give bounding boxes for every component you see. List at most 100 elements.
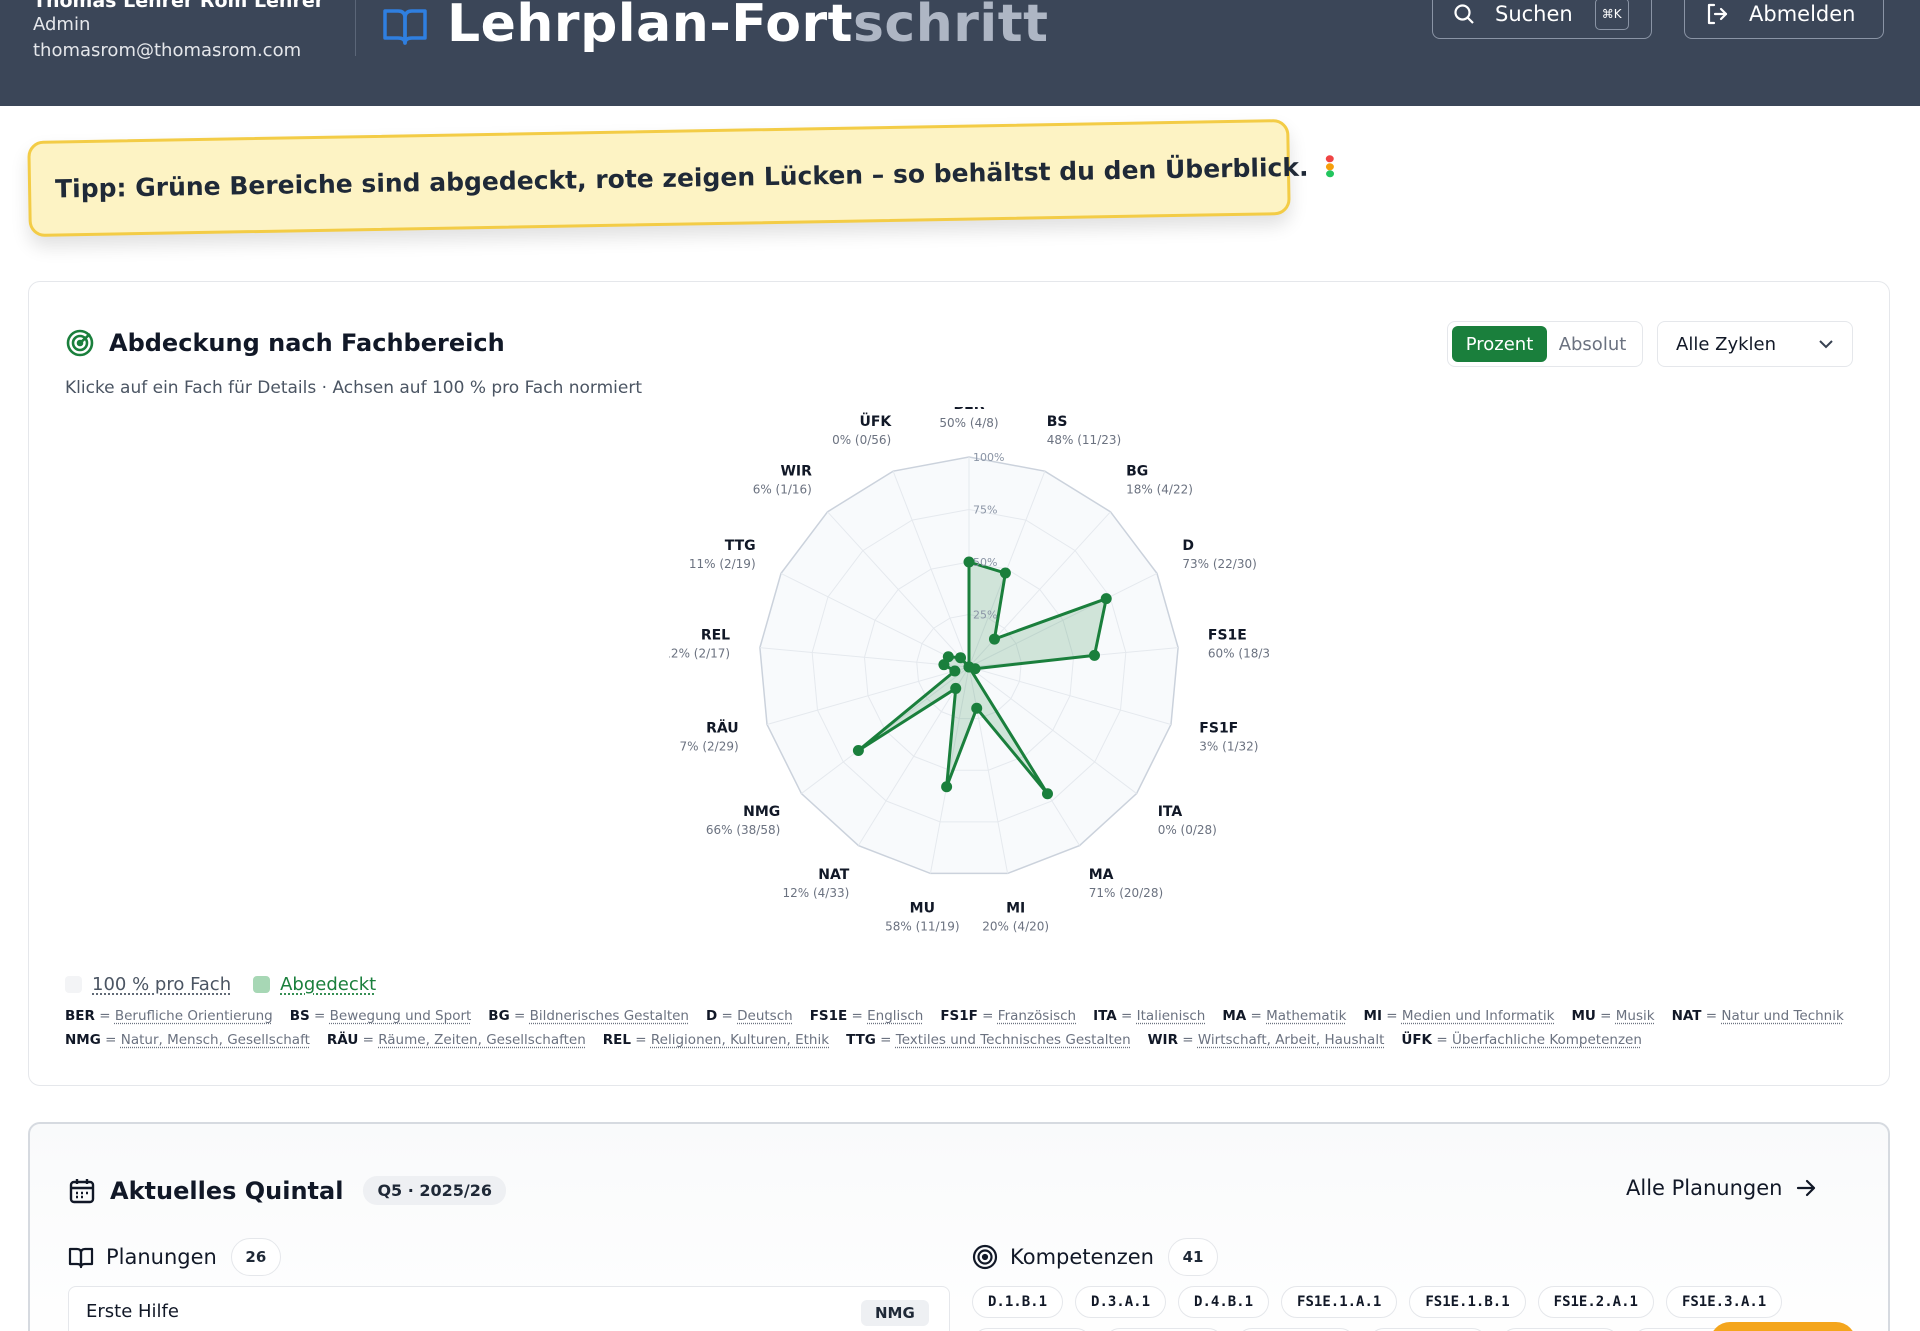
abbreviation-key: FS1E (810, 1008, 848, 1024)
abbreviation-item: FS1E = Englisch (810, 1008, 924, 1024)
data-point-ber[interactable] (964, 557, 975, 568)
abbreviation-item: NAT = Natur und Technik (1672, 1008, 1844, 1024)
axis-label-ita[interactable]: ITA (1158, 804, 1183, 820)
cycle-select[interactable]: Alle Zyklen (1657, 321, 1853, 367)
calendar-icon (68, 1177, 96, 1205)
page-title-main: Lehrplan-Fort (447, 0, 853, 54)
arrow-right-icon (1795, 1178, 1817, 1198)
legend-full-swatch (65, 976, 82, 993)
abbreviation-key: FS1F (940, 1008, 978, 1024)
axis-label-fs1f[interactable]: FS1F (1199, 721, 1238, 737)
chart-legend: 100 % pro Fach Abgedeckt (65, 974, 398, 995)
data-point-bs[interactable] (1000, 568, 1011, 579)
legend-full-label: 100 % pro Fach (92, 974, 231, 995)
abbreviation-key: BER (65, 1008, 95, 1024)
abbreviation-item: MI = Medien und Informatik (1364, 1008, 1555, 1024)
axis-label-nmg[interactable]: NMG (743, 804, 780, 820)
competency-chip[interactable]: FS1E.3.A.1 (1666, 1286, 1782, 1318)
radar-chart: 25% 50% 75% 100% BER 50% (4/8) BS 48% (11/23) BG… (669, 407, 1269, 967)
plan-list-item[interactable]: Erste Hilfe NMG (68, 1286, 950, 1331)
data-point-mu[interactable] (941, 781, 952, 792)
abbreviation-key: RÄU (327, 1032, 358, 1048)
axis-label-mi[interactable]: MI (1006, 901, 1025, 917)
toggle-absolute[interactable]: Absolut (1547, 326, 1638, 362)
data-point-räu[interactable] (949, 666, 960, 677)
abbreviation-key: BG (488, 1008, 509, 1024)
axis-label-ber[interactable]: BER (953, 407, 984, 413)
toggle-percent[interactable]: Prozent (1452, 326, 1547, 362)
axis-value-fs1f: 3% (1/32) (1199, 740, 1258, 754)
coverage-subtitle: Klicke auf ein Fach für Details · Achsen… (65, 378, 642, 398)
quintal-title: Aktuelles Quintal (110, 1177, 343, 1205)
legend-full[interactable]: 100 % pro Fach (65, 974, 231, 995)
axis-label-fs1e[interactable]: FS1E (1208, 628, 1247, 644)
abbreviation-value: Mathematik (1266, 1008, 1346, 1024)
abbreviation-item: ÜFK = Überfachliche Kompetenzen (1401, 1032, 1642, 1048)
axis-value-ma: 71% (20/28) (1089, 886, 1163, 900)
abbreviation-key: NMG (65, 1032, 101, 1048)
data-point-mi[interactable] (971, 703, 982, 714)
axis-label-wir[interactable]: WIR (780, 463, 812, 479)
abbreviation-key: NAT (1672, 1008, 1702, 1024)
data-point-fs1e[interactable] (1089, 650, 1100, 661)
all-plans-link[interactable]: Alle Planungen (1626, 1176, 1817, 1200)
axis-label-ma[interactable]: MA (1089, 867, 1114, 883)
data-point-nmg[interactable] (853, 745, 864, 756)
competency-chip[interactable]: D.1.B.1 (972, 1286, 1063, 1318)
floating-action-button[interactable] (1710, 1322, 1856, 1331)
data-point-bg[interactable] (989, 634, 1000, 645)
abbreviation-value: Französisch (998, 1008, 1076, 1024)
data-point-üfk[interactable] (964, 662, 975, 673)
axis-label-räu[interactable]: RÄU (706, 720, 739, 737)
logout-label: Abmelden (1749, 2, 1855, 26)
data-point-nat[interactable] (950, 683, 961, 694)
quintal-badge: Q5 · 2025/26 (363, 1176, 506, 1205)
abbreviation-item: BS = Bewegung und Sport (290, 1008, 472, 1024)
abbreviation-key: MA (1222, 1008, 1246, 1024)
abbreviation-item: NMG = Natur, Mensch, Gesellschaft (65, 1032, 310, 1048)
abbreviation-value: Berufliche Orientierung (115, 1008, 273, 1024)
radial-tick-label: 100% (973, 451, 1004, 464)
competency-chip[interactable]: FS1E.1.A.1 (1281, 1286, 1397, 1318)
abbreviation-item: WIR = Wirtschaft, Arbeit, Haushalt (1148, 1032, 1385, 1048)
abbreviation-key: TTG (846, 1032, 876, 1048)
data-point-wir[interactable] (955, 652, 966, 663)
competency-chip[interactable]: D.4.B.1 (1178, 1286, 1269, 1318)
abbreviation-row-1: BER = Berufliche Orientierung BS = Bewegu… (65, 1008, 1861, 1024)
axis-label-bs[interactable]: BS (1047, 414, 1068, 430)
axis-value-nmg: 66% (38/58) (706, 823, 780, 837)
competency-chip[interactable]: FS1E.1.B.1 (1409, 1286, 1525, 1318)
axis-value-ttg: 11% (2/19) (689, 557, 756, 571)
axis-label-rel[interactable]: REL (701, 628, 730, 644)
app-header: Thomas Lehrer Rom Lehrer Admin thomasrom… (0, 0, 1920, 106)
competency-chip[interactable]: FS1E.2.A.1 (1538, 1286, 1654, 1318)
data-point-d[interactable] (1101, 593, 1112, 604)
coverage-title: Abdeckung nach Fachbereich (109, 329, 505, 357)
data-point-ma[interactable] (1042, 788, 1053, 799)
legend-covered[interactable]: Abgedeckt (253, 974, 376, 995)
abbreviation-key: MI (1364, 1008, 1382, 1024)
axis-value-wir: 6% (1/16) (753, 482, 812, 496)
axis-label-d[interactable]: D (1182, 538, 1194, 554)
abbreviation-row-2: NMG = Natur, Mensch, Gesellschaft RÄU = R… (65, 1032, 1659, 1048)
axis-value-mu: 58% (11/19) (885, 920, 959, 934)
axis-label-üfk[interactable]: ÜFK (859, 412, 892, 430)
legend-covered-swatch (253, 976, 270, 993)
quintal-card: Aktuelles Quintal Q5 · 2025/26 Alle Plan… (28, 1122, 1890, 1331)
logout-button[interactable]: Abmelden (1684, 0, 1884, 39)
axis-value-bs: 48% (11/23) (1047, 433, 1121, 447)
competencies-section-heading: Kompetenzen 41 (972, 1238, 1218, 1276)
axis-label-bg[interactable]: BG (1126, 463, 1148, 479)
axis-label-mu[interactable]: MU (910, 901, 935, 917)
axis-label-ttg[interactable]: TTG (725, 538, 756, 554)
competency-chip[interactable]: D.3.A.1 (1075, 1286, 1166, 1318)
tip-text: Tipp: Grüne Bereiche sind abgedeckt, rot… (55, 152, 1309, 203)
radial-tick-label: 50% (973, 556, 997, 569)
plan-name: Erste Hilfe (86, 1301, 179, 1322)
data-point-ttg[interactable] (943, 651, 954, 662)
abbreviation-item: BER = Berufliche Orientierung (65, 1008, 273, 1024)
abbreviation-item: BG = Bildnerisches Gestalten (488, 1008, 689, 1024)
axis-label-nat[interactable]: NAT (818, 867, 849, 883)
search-button[interactable]: Suchen ⌘K (1432, 0, 1652, 39)
abbreviation-value: Bildnerisches Gestalten (530, 1008, 689, 1024)
